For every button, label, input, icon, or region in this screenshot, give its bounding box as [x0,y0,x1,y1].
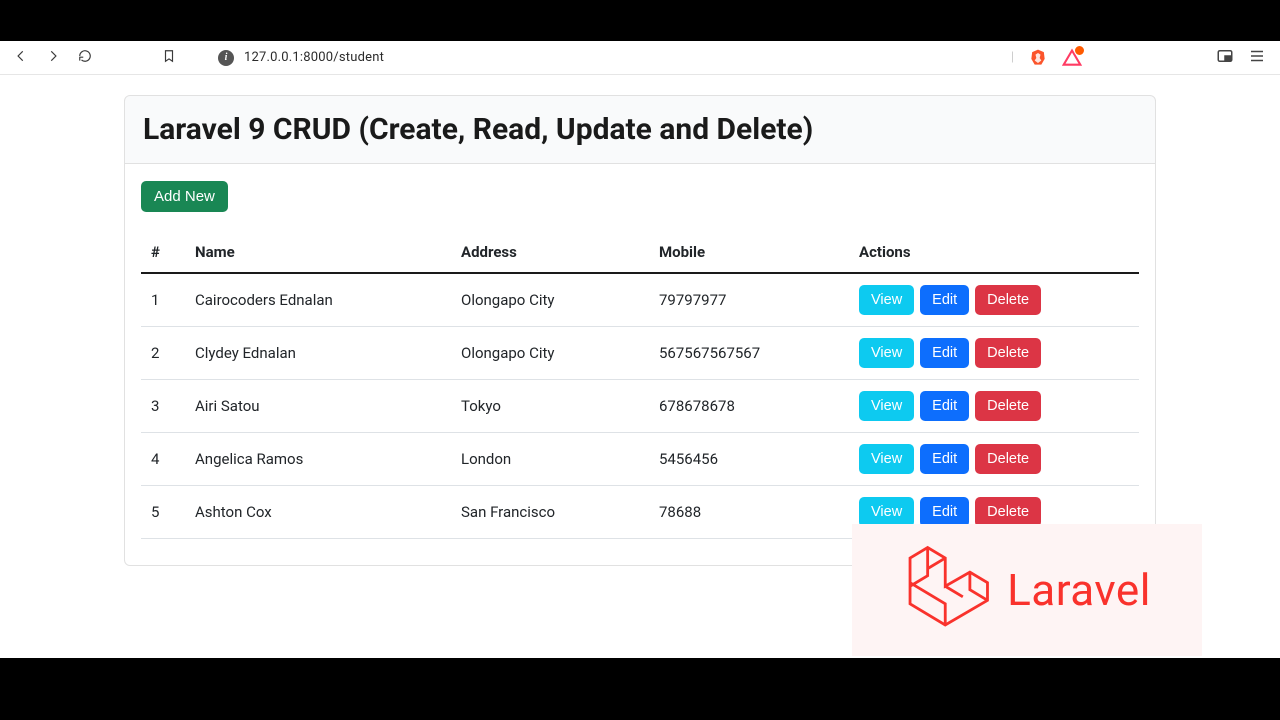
cell-index: 5 [141,486,185,539]
table-row: 2 Clydey Ednalan Olongapo City 567567567… [141,327,1139,380]
laravel-logo-card: Laravel [852,524,1202,656]
page-title: Laravel 9 CRUD (Create, Read, Update and… [143,112,1137,147]
cell-actions: View Edit Delete [849,327,1139,380]
cell-address: Olongapo City [451,327,649,380]
cell-address: Olongapo City [451,273,649,327]
bookmark-icon[interactable] [110,48,176,68]
edit-button[interactable]: Edit [920,444,969,474]
card-body: Add New # Name Address Mobile Actions 1 … [124,163,1156,566]
cell-mobile: 5456456 [649,433,849,486]
cell-actions: View Edit Delete [849,273,1139,327]
col-header-address: Address [451,232,649,273]
cell-index: 2 [141,327,185,380]
view-button[interactable]: View [859,338,914,368]
cell-index: 1 [141,273,185,327]
table-row: 4 Angelica Ramos London 5456456 View Edi… [141,433,1139,486]
delete-button[interactable]: Delete [975,391,1041,421]
cell-name: Ashton Cox [185,486,451,539]
cell-address: San Francisco [451,486,649,539]
laravel-wordmark: Laravel [1007,564,1151,616]
address-bar[interactable]: 127.0.0.1:8000/student [244,50,384,65]
students-table: # Name Address Mobile Actions 1 Cairocod… [141,232,1139,539]
view-button[interactable]: View [859,497,914,527]
brave-shield-icon[interactable] [1028,48,1048,68]
letterbox-top [0,0,1280,41]
view-button[interactable]: View [859,444,914,474]
reload-icon[interactable] [78,49,92,67]
cell-name: Angelica Ramos [185,433,451,486]
table-header-row: # Name Address Mobile Actions [141,232,1139,273]
view-button[interactable]: View [859,391,914,421]
delete-button[interactable]: Delete [975,444,1041,474]
browser-toolbar: i 127.0.0.1:8000/student | [0,41,1280,75]
edit-button[interactable]: Edit [920,285,969,315]
cell-mobile: 678678678 [649,380,849,433]
cell-address: London [451,433,649,486]
col-header-mobile: Mobile [649,232,849,273]
separator: | [1011,50,1014,65]
col-header-actions: Actions [849,232,1139,273]
table-row: 3 Airi Satou Tokyo 678678678 View Edit D… [141,380,1139,433]
cell-index: 3 [141,380,185,433]
page-content: Laravel 9 CRUD (Create, Read, Update and… [0,75,1280,566]
cell-name: Cairocoders Ednalan [185,273,451,327]
brave-rewards-icon[interactable] [1062,48,1082,68]
site-info-icon[interactable]: i [218,50,234,66]
edit-button[interactable]: Edit [920,391,969,421]
letterbox-bottom [0,658,1280,720]
cell-index: 4 [141,433,185,486]
cell-actions: View Edit Delete [849,380,1139,433]
cell-name: Clydey Ednalan [185,327,451,380]
back-icon[interactable] [14,49,28,67]
notification-badge [1074,45,1085,56]
add-new-button[interactable]: Add New [141,181,228,212]
edit-button[interactable]: Edit [920,497,969,527]
view-button[interactable]: View [859,285,914,315]
table-row: 1 Cairocoders Ednalan Olongapo City 7979… [141,273,1139,327]
cell-actions: View Edit Delete [849,433,1139,486]
pip-icon[interactable] [1216,47,1234,69]
cell-mobile: 79797977 [649,273,849,327]
delete-button[interactable]: Delete [975,285,1041,315]
delete-button[interactable]: Delete [975,497,1041,527]
cell-address: Tokyo [451,380,649,433]
menu-icon[interactable] [1248,47,1266,69]
col-header-name: Name [185,232,451,273]
page-header: Laravel 9 CRUD (Create, Read, Update and… [124,95,1156,164]
cell-mobile: 78688 [649,486,849,539]
cell-name: Airi Satou [185,380,451,433]
forward-icon[interactable] [46,49,60,67]
delete-button[interactable]: Delete [975,338,1041,368]
edit-button[interactable]: Edit [920,338,969,368]
cell-mobile: 567567567567 [649,327,849,380]
laravel-icon [903,542,991,638]
col-header-index: # [141,232,185,273]
